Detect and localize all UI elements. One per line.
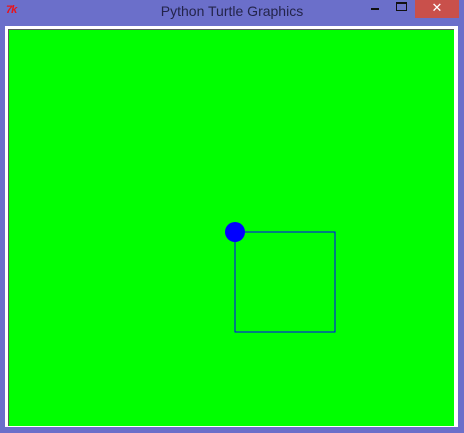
close-button[interactable]: ✕ — [415, 0, 459, 18]
drawing-surface — [225, 222, 336, 333]
turtle-canvas[interactable] — [8, 29, 454, 426]
turtle-cursor[interactable] — [225, 222, 245, 242]
minimize-button[interactable] — [362, 0, 388, 18]
window-client-area — [5, 26, 458, 427]
turtle-window: 7k Python Turtle Graphics ✕ — [0, 0, 464, 433]
maximize-icon — [396, 2, 407, 11]
maximize-button[interactable] — [388, 0, 414, 18]
title-bar[interactable]: 7k Python Turtle Graphics ✕ — [0, 0, 464, 22]
close-icon: ✕ — [431, 1, 443, 16]
drawn-square — [234, 231, 336, 333]
minimize-icon — [371, 8, 379, 10]
